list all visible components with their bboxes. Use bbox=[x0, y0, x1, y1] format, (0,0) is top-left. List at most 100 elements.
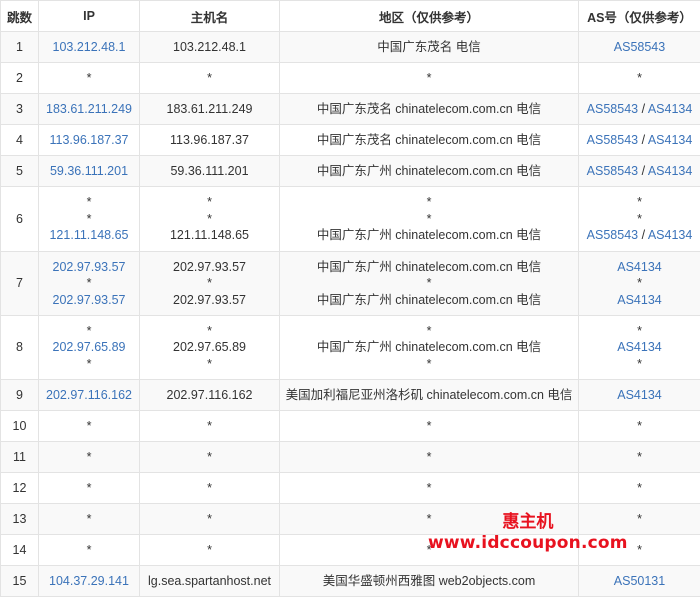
ip-link[interactable]: 59.36.111.201 bbox=[41, 163, 137, 180]
location-cell: 美国华盛顿州西雅图 web2objects.com bbox=[279, 565, 579, 597]
hostname-text: 202.97.93.57 bbox=[173, 259, 246, 274]
as-link[interactable]: AS4134 bbox=[648, 102, 692, 116]
hop-number: 2 bbox=[0, 62, 39, 94]
table-row: 10 * * * * bbox=[0, 410, 700, 442]
as-link[interactable]: AS4134 bbox=[648, 133, 692, 147]
hop-number: 7 bbox=[0, 251, 39, 316]
hostname-cell: * * 121.11.148.65 bbox=[139, 186, 280, 252]
location-text: * bbox=[426, 323, 432, 338]
as-link[interactable]: AS58543 bbox=[614, 40, 665, 54]
as-separator: / bbox=[638, 228, 648, 243]
hop-number: 13 bbox=[0, 503, 39, 535]
location-text: 中国广东茂名 chinatelecom.com.cn 电信 bbox=[316, 132, 542, 147]
hop-number: 3 bbox=[0, 93, 39, 125]
ip-timeout: * bbox=[86, 449, 92, 464]
location-text: * bbox=[426, 356, 432, 371]
hostname-cell: 59.36.111.201 bbox=[139, 155, 280, 187]
location-text: * bbox=[426, 195, 432, 210]
ip-cell: 104.37.29.141 bbox=[38, 565, 140, 597]
ip-link[interactable]: 104.37.29.141 bbox=[41, 573, 137, 590]
hostname-text: * bbox=[207, 70, 212, 85]
as-number-cell: * AS4134 * bbox=[578, 315, 700, 380]
table-row: 11 * * * * bbox=[0, 441, 700, 473]
table-row: 14 * * * * bbox=[0, 534, 700, 566]
as-line: * bbox=[581, 480, 698, 497]
ip-link[interactable]: 202.97.93.57 bbox=[41, 292, 137, 309]
ip-timeout: * bbox=[86, 211, 92, 226]
table-row: 9 202.97.116.162 202.97.116.162 美国加利福尼亚州洛杉矶… bbox=[0, 379, 700, 411]
hostname-text: 183.61.211.249 bbox=[166, 101, 253, 116]
as-link[interactable]: AS4134 bbox=[648, 228, 692, 242]
as-link[interactable]: AS58543 bbox=[587, 133, 638, 147]
table-header-row: 跳数 IP 主机名 地区（仅供参考） AS号（仅供参考） bbox=[0, 0, 700, 32]
as-link[interactable]: AS4134 bbox=[617, 340, 661, 354]
ip-link[interactable]: 183.61.211.249 bbox=[41, 101, 137, 118]
ip-cell: 59.36.111.201 bbox=[38, 155, 140, 187]
hostname-text: 202.97.93.57 bbox=[173, 292, 246, 307]
ip-cell: * bbox=[38, 62, 140, 94]
table-row: 8 * 202.97.65.89 * * 202.97.65.89 * * 中国广东广州 chi… bbox=[0, 315, 700, 380]
hop-number: 6 bbox=[0, 186, 39, 252]
location-cell: 美国加利福尼亚州洛杉矶 chinatelecom.com.cn 电信 bbox=[279, 379, 579, 411]
hostname-cell: 183.61.211.249 bbox=[139, 93, 280, 125]
as-link[interactable]: AS4134 bbox=[617, 260, 661, 274]
as-separator: / bbox=[638, 101, 648, 116]
location-text: * bbox=[426, 542, 432, 557]
location-cell: * bbox=[279, 441, 579, 473]
as-number-cell: AS58543 / AS4134 bbox=[578, 155, 700, 187]
ip-link[interactable]: 121.11.148.65 bbox=[41, 227, 137, 244]
as-link[interactable]: AS58543 bbox=[587, 102, 638, 116]
ip-cell: * * 121.11.148.65 bbox=[38, 186, 140, 252]
hostname-text: 202.97.116.162 bbox=[166, 387, 253, 402]
as-line: AS4134 bbox=[581, 339, 698, 356]
hop-number: 1 bbox=[0, 31, 39, 63]
as-link[interactable]: AS4134 bbox=[648, 164, 692, 178]
as-separator: / bbox=[638, 163, 648, 178]
as-line: AS4134 bbox=[581, 387, 698, 404]
as-link[interactable]: AS50131 bbox=[614, 574, 665, 588]
table-row: 5 59.36.111.201 59.36.111.201 中国广东广州 chinat… bbox=[0, 155, 700, 187]
hop-number: 12 bbox=[0, 472, 39, 504]
as-line: AS58543 / AS4134 bbox=[581, 227, 698, 244]
as-link[interactable]: AS58543 bbox=[587, 164, 638, 178]
ip-link[interactable]: 202.97.116.162 bbox=[41, 387, 137, 404]
as-link[interactable]: AS4134 bbox=[617, 388, 661, 402]
as-number-cell: AS4134 * AS4134 bbox=[578, 251, 700, 316]
ip-cell: 103.212.48.1 bbox=[38, 31, 140, 63]
as-timeout: * bbox=[637, 211, 642, 226]
ip-link[interactable]: 113.96.187.37 bbox=[41, 132, 137, 149]
location-text: 中国广东广州 chinatelecom.com.cn 电信 bbox=[316, 340, 542, 355]
as-link[interactable]: AS58543 bbox=[587, 228, 638, 242]
ip-timeout: * bbox=[86, 418, 92, 433]
as-timeout: * bbox=[637, 323, 642, 338]
ip-link[interactable]: 202.97.65.89 bbox=[41, 339, 137, 356]
hostname-cell: * bbox=[139, 534, 280, 566]
as-line: * bbox=[581, 70, 698, 87]
as-line: * bbox=[581, 211, 698, 228]
location-cell: 中国广东广州 chinatelecom.com.cn 电信 * 中国广东广州 chi… bbox=[279, 251, 579, 316]
as-link[interactable]: AS4134 bbox=[617, 293, 661, 307]
location-text: 中国广东广州 chinatelecom.com.cn 电信 bbox=[316, 228, 542, 243]
as-line: * bbox=[581, 194, 698, 211]
hostname-cell: * bbox=[139, 472, 280, 504]
location-text: * bbox=[426, 276, 432, 291]
location-cell: * bbox=[279, 503, 579, 535]
as-number-cell: * bbox=[578, 534, 700, 566]
ip-timeout: * bbox=[86, 323, 92, 338]
table-row: 3 183.61.211.249 183.61.211.249 中国广东茂名 chin… bbox=[0, 93, 700, 125]
hop-number: 5 bbox=[0, 155, 39, 187]
hop-number: 11 bbox=[0, 441, 39, 473]
ip-timeout: * bbox=[86, 542, 92, 557]
header-hop: 跳数 bbox=[0, 0, 39, 32]
ip-link[interactable]: 202.97.93.57 bbox=[41, 259, 137, 276]
as-line: * bbox=[581, 418, 698, 435]
location-text: * bbox=[426, 211, 432, 226]
as-line: AS4134 bbox=[581, 292, 698, 309]
ip-cell: * bbox=[38, 410, 140, 442]
ip-link[interactable]: 103.212.48.1 bbox=[41, 39, 137, 56]
as-line: AS58543 / AS4134 bbox=[581, 132, 698, 149]
hostname-text: * bbox=[207, 323, 212, 338]
hop-number: 10 bbox=[0, 410, 39, 442]
as-number-cell: AS58543 / AS4134 bbox=[578, 124, 700, 156]
as-line: AS58543 bbox=[581, 39, 698, 56]
